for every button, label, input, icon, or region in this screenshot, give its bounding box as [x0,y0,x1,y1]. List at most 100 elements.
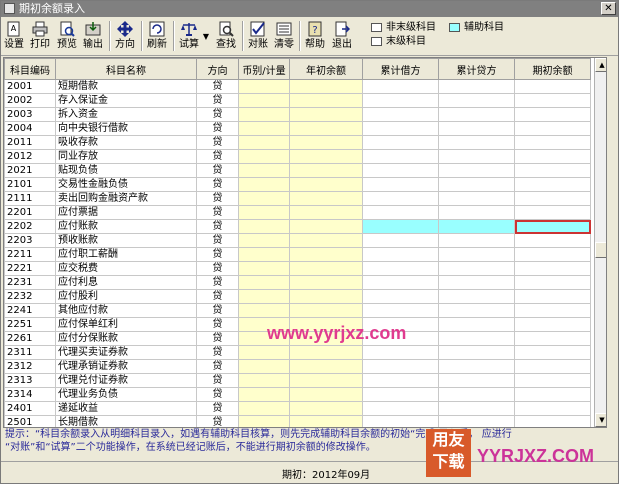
cell-currency[interactable] [238,135,290,150]
cell-cum-credit[interactable] [438,149,515,164]
cell-direction[interactable]: 贷 [196,205,239,220]
find-button[interactable]: 查找 [213,20,239,53]
cell-cum-credit[interactable] [438,205,515,220]
cell-direction[interactable]: 贷 [196,387,239,402]
cell-opening-year[interactable] [289,303,363,318]
table-row[interactable]: 2202 应付账款贷 [4,219,591,234]
cell-name[interactable]: 向中央银行借款 [55,121,197,136]
reconcile-button[interactable]: 对账 [246,20,270,53]
cell-opening-year[interactable] [289,261,363,276]
cell-name[interactable]: 短期借款 [55,79,197,94]
cell-opening-balance[interactable] [514,303,591,318]
cell-opening-year[interactable] [289,415,363,427]
cell-code[interactable]: 2221 [4,261,56,276]
cell-direction[interactable]: 贷 [196,219,239,234]
cell-code[interactable]: 2003 [4,107,56,122]
col-header-cum-debit[interactable]: 累计借方 [362,58,439,80]
cell-opening-balance[interactable] [514,93,591,108]
col-header-code[interactable]: 科目编码 [4,58,56,80]
col-header-cum-credit[interactable]: 累计贷方 [438,58,515,80]
cell-name[interactable]: 应付职工薪酬 [55,247,197,262]
cell-direction[interactable]: 贷 [196,289,239,304]
table-row[interactable]: 2232 应付股利贷 [4,289,591,304]
cell-direction[interactable]: 贷 [196,261,239,276]
cell-opening-year[interactable] [289,107,363,122]
cell-cum-debit[interactable] [362,205,439,220]
cell-name[interactable]: 存入保证金 [55,93,197,108]
col-header-name[interactable]: 科目名称 [55,58,197,80]
cell-direction[interactable]: 贷 [196,93,239,108]
cell-opening-year[interactable] [289,233,363,248]
cell-cum-credit[interactable] [438,415,515,427]
cell-opening-year[interactable] [289,219,363,234]
cell-cum-credit[interactable] [438,303,515,318]
cell-code[interactable]: 2203 [4,233,56,248]
vertical-scrollbar[interactable]: ▲ ▼ [594,58,606,427]
close-button[interactable]: ✕ [601,2,616,15]
cell-code[interactable]: 2002 [4,93,56,108]
cell-cum-credit[interactable] [438,93,515,108]
cell-name[interactable]: 应付利息 [55,275,197,290]
cell-cum-debit[interactable] [362,401,439,416]
cell-code[interactable]: 2501 [4,415,56,427]
cell-currency[interactable] [238,303,290,318]
cell-direction[interactable]: 贷 [196,331,239,346]
cell-currency[interactable] [238,289,290,304]
cell-name[interactable]: 贴现负债 [55,163,197,178]
cell-cum-credit[interactable] [438,401,515,416]
cell-code[interactable]: 2021 [4,163,56,178]
table-row[interactable]: 2012 同业存放贷 [4,149,591,164]
col-header-direction[interactable]: 方向 [196,58,239,80]
col-header-currency[interactable]: 币别/计量 [238,58,290,80]
cell-direction[interactable]: 贷 [196,79,239,94]
cell-opening-year[interactable] [289,401,363,416]
cell-direction[interactable]: 贷 [196,107,239,122]
cell-cum-debit[interactable] [362,163,439,178]
cell-opening-balance[interactable] [514,317,591,332]
cell-code[interactable]: 2201 [4,205,56,220]
cell-opening-year[interactable] [289,359,363,374]
cell-direction[interactable]: 贷 [196,275,239,290]
cell-cum-debit[interactable] [362,191,439,206]
cell-opening-balance[interactable] [514,415,591,427]
help-button[interactable]: ? 帮助 [303,20,327,53]
table-row[interactable]: 2021 贴现负债贷 [4,163,591,178]
cell-opening-balance[interactable] [514,135,591,150]
cell-code[interactable]: 2231 [4,275,56,290]
cell-cum-debit[interactable] [362,233,439,248]
table-row[interactable]: 2221 应交税费贷 [4,261,591,276]
cell-code[interactable]: 2314 [4,387,56,402]
cell-opening-year[interactable] [289,191,363,206]
cell-name[interactable]: 代理买卖证券款 [55,345,197,360]
cell-name[interactable]: 预收账款 [55,233,197,248]
cell-currency[interactable] [238,233,290,248]
table-row[interactable]: 2201 应付票据贷 [4,205,591,220]
cell-cum-credit[interactable] [438,219,515,234]
cell-direction[interactable]: 贷 [196,401,239,416]
cell-currency[interactable] [238,387,290,402]
cell-opening-balance[interactable] [514,345,591,360]
cell-code[interactable]: 2101 [4,177,56,192]
cell-opening-balance[interactable] [514,205,591,220]
table-row[interactable]: 2241 其他应付款贷 [4,303,591,318]
table-row[interactable]: 2311 代理买卖证券款贷 [4,345,591,360]
cell-cum-debit[interactable] [362,289,439,304]
export-button[interactable]: 输出 [81,20,105,53]
table-row[interactable]: 2003 拆入资金贷 [4,107,591,122]
cell-opening-balance[interactable] [514,387,591,402]
cell-opening-year[interactable] [289,163,363,178]
print-button[interactable]: 打印 [28,20,52,53]
cell-cum-credit[interactable] [438,261,515,276]
cell-currency[interactable] [238,373,290,388]
cell-code[interactable]: 2241 [4,303,56,318]
cell-direction[interactable]: 贷 [196,373,239,388]
table-row[interactable]: 2004 向中央银行借款贷 [4,121,591,136]
cell-currency[interactable] [238,163,290,178]
col-header-opening-balance[interactable]: 期初余额 [514,58,591,80]
cell-opening-balance[interactable] [514,401,591,416]
cell-currency[interactable] [238,93,290,108]
cell-cum-credit[interactable] [438,275,515,290]
cell-name[interactable]: 递延收益 [55,401,197,416]
cell-cum-debit[interactable] [362,135,439,150]
cell-direction[interactable]: 贷 [196,303,239,318]
